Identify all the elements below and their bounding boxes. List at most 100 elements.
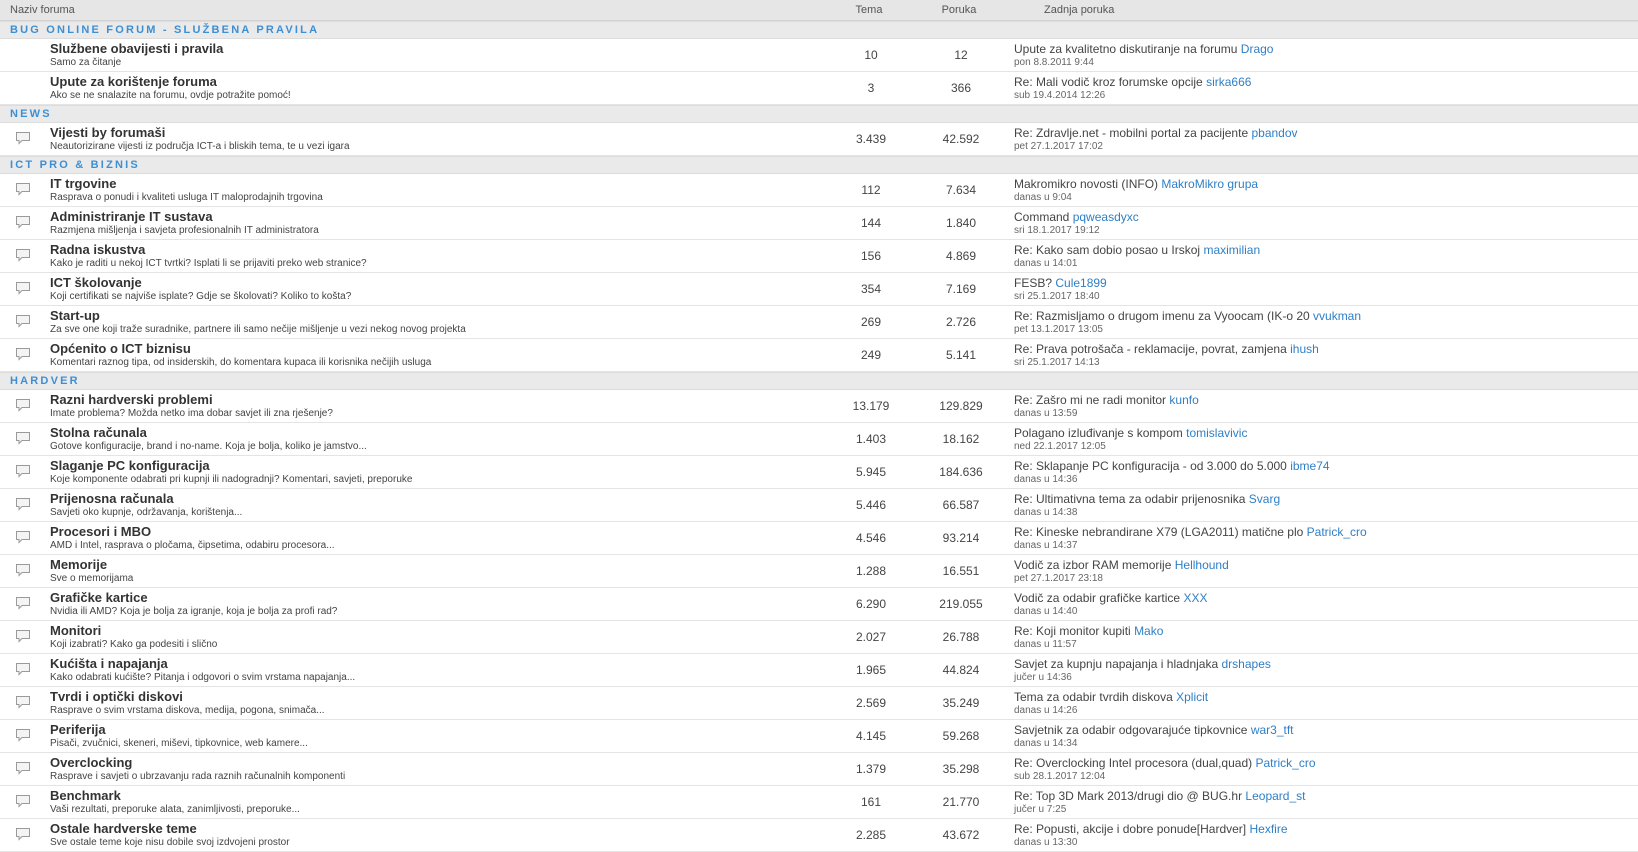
last-post-author-link[interactable]: Leopard_st <box>1245 789 1305 803</box>
last-post-author-link[interactable]: war3_tft <box>1251 723 1294 737</box>
last-post-author-link[interactable]: sirka666 <box>1206 75 1251 89</box>
forum-title-link[interactable]: IT trgovine <box>50 176 116 191</box>
last-post-title-link[interactable]: Polagano izluđivanje s kompom <box>1014 426 1183 440</box>
last-post-author-link[interactable]: XXX <box>1183 591 1207 605</box>
column-header-posts[interactable]: Poruka <box>910 4 1008 16</box>
category-header[interactable]: NEWS <box>0 105 1638 123</box>
last-post-author-link[interactable]: Svarg <box>1249 492 1280 506</box>
forum-title-link[interactable]: ICT školovanje <box>50 275 142 290</box>
forum-description: Koje komponente odabrati pri kupnji ili … <box>50 474 413 485</box>
topic-count: 1.288 <box>855 564 887 578</box>
last-post-title-link[interactable]: Re: Zašro mi ne radi monitor <box>1014 393 1166 407</box>
category-header[interactable]: HARDVER <box>0 372 1638 390</box>
last-post-author-link[interactable]: drshapes <box>1222 657 1271 671</box>
forum-title-link[interactable]: Kućišta i napajanja <box>50 656 168 671</box>
last-post-author-link[interactable]: Hellhound <box>1175 558 1229 572</box>
last-post-author-link[interactable]: maximilian <box>1203 243 1260 257</box>
forum-description: Rasprave i savjeti o ubrzavanju rada raz… <box>50 771 346 782</box>
last-post-author-link[interactable]: ihush <box>1290 342 1319 356</box>
last-post-title-link[interactable]: Savjet za kupnju napajanja i hladnjaka <box>1014 657 1218 671</box>
last-post-author-link[interactable]: pbandov <box>1251 126 1297 140</box>
post-count: 21.770 <box>942 795 980 809</box>
last-post-author-link[interactable]: kunfo <box>1169 393 1198 407</box>
post-count: 4.869 <box>945 249 977 263</box>
last-post-date: danas u 11:57 <box>1014 639 1077 650</box>
last-post-author-link[interactable]: MakroMikro grupa <box>1161 177 1258 191</box>
last-post-title-link[interactable]: Re: Sklapanje PC konfiguracija - od 3.00… <box>1014 459 1287 473</box>
column-header-topics[interactable]: Tema <box>834 4 904 16</box>
column-header-last-post[interactable]: Zadnja poruka <box>1008 4 1114 16</box>
topic-count: 10 <box>864 48 878 62</box>
last-post-title-link[interactable]: Re: Prava potrošača - reklamacije, povra… <box>1014 342 1287 356</box>
forum-title-link[interactable]: Slaganje PC konfiguracija <box>50 458 210 473</box>
column-header-name[interactable]: Naziv foruma <box>0 4 850 16</box>
forum-title-link[interactable]: Periferija <box>50 722 106 737</box>
last-post-author-link[interactable]: tomislavivic <box>1186 426 1247 440</box>
last-post-title-link[interactable]: Re: Overclocking Intel procesora (dual,q… <box>1014 756 1252 770</box>
post-count: 7.634 <box>945 183 977 197</box>
last-post-title-link[interactable]: Vodič za odabir grafičke kartice <box>1014 591 1180 605</box>
category-header[interactable]: BUG ONLINE FORUM - SLUŽBENA PRAVILA <box>0 21 1638 39</box>
forum-description: Vaši rezultati, preporuke alata, zanimlj… <box>50 804 300 815</box>
forum-title-link[interactable]: Razni hardverski problemi <box>50 392 213 407</box>
last-post-title-link[interactable]: Re: Ultimativna tema za odabir prijenosn… <box>1014 492 1245 506</box>
last-post-title-link[interactable]: Re: Popusti, akcije i dobre ponude[Hardv… <box>1014 822 1246 836</box>
last-post-date: pet 27.1.2017 17:02 <box>1014 141 1103 152</box>
last-post-author-link[interactable]: Cule1899 <box>1055 276 1106 290</box>
last-post: Tema za odabir tvrdih diskova Xplicit dan… <box>1014 690 1208 716</box>
topic-count: 2.027 <box>855 630 887 644</box>
forum-title-link[interactable]: Administriranje IT sustava <box>50 209 213 224</box>
last-post-title-link[interactable]: Re: Top 3D Mark 2013/drugi dio @ BUG.hr <box>1014 789 1242 803</box>
last-post-title-link[interactable]: Re: Razmisljamo o drugom imenu za Vyooca… <box>1014 309 1310 323</box>
forum-title-link[interactable]: Memorije <box>50 557 107 572</box>
last-post-author-link[interactable]: pqweasdyxc <box>1073 210 1139 224</box>
forum-title-link[interactable]: Stolna računala <box>50 425 147 440</box>
forum-title-link[interactable]: Općenito o ICT biznisu <box>50 341 191 356</box>
last-post-title-link[interactable]: Makromikro novosti (INFO) <box>1014 177 1158 191</box>
last-post-title-link[interactable]: Command <box>1014 210 1069 224</box>
last-post-date: sri 18.1.2017 19:12 <box>1014 225 1100 236</box>
last-post-author-link[interactable]: Hexfire <box>1249 822 1287 836</box>
category-header[interactable]: ICT PRO & BIZNIS <box>0 156 1638 174</box>
forum-title-link[interactable]: Procesori i MBO <box>50 524 151 539</box>
last-post-author-link[interactable]: Patrick_cro <box>1255 756 1315 770</box>
forum-title-link[interactable]: Prijenosna računala <box>50 491 174 506</box>
last-post-title-link[interactable]: Upute za kvalitetno diskutiranje na foru… <box>1014 42 1237 56</box>
last-post-author-link[interactable]: ibme74 <box>1290 459 1329 473</box>
last-post-author-link[interactable]: Patrick_cro <box>1307 525 1367 539</box>
last-post-title-link[interactable]: Re: Kako sam dobio posao u Irskoj <box>1014 243 1200 257</box>
last-post-title-link[interactable]: Tema za odabir tvrdih diskova <box>1014 690 1173 704</box>
forum-row: Memorije Sve o memorijama 1.288 16.551 Vodič… <box>0 555 1638 588</box>
post-count: 26.788 <box>942 630 980 644</box>
forum-title-link[interactable]: Grafičke kartice <box>50 590 148 605</box>
forum-title-link[interactable]: Radna iskustva <box>50 242 145 257</box>
forum-description: Koji certifikati se najviše isplate? Gdj… <box>50 291 352 302</box>
last-post-title-link[interactable]: Re: Mali vodič kroz forumske opcije <box>1014 75 1203 89</box>
post-count: 5.141 <box>945 348 977 362</box>
last-post-author-link[interactable]: Mako <box>1134 624 1163 638</box>
forum-title-link[interactable]: Upute za korištenje foruma <box>50 74 217 89</box>
forum-title-link[interactable]: Monitori <box>50 623 101 638</box>
forum-title-link[interactable]: Benchmark <box>50 788 121 803</box>
last-post-title-link[interactable]: Vodič za izbor RAM memorije <box>1014 558 1171 572</box>
forum-title-link[interactable]: Službene obavijesti i pravila <box>50 41 223 56</box>
forum-title-link[interactable]: Vijesti by forumaši <box>50 125 165 140</box>
topic-count: 161 <box>860 795 882 809</box>
last-post: Re: Zašro mi ne radi monitor kunfo danas … <box>1014 393 1199 419</box>
forum-title-link[interactable]: Ostale hardverske teme <box>50 821 197 836</box>
last-post-title-link[interactable]: Re: Kineske nebrandirane X79 (LGA2011) m… <box>1014 525 1303 539</box>
post-count: 18.162 <box>942 432 980 446</box>
last-post-title-link[interactable]: Re: Koji monitor kupiti <box>1014 624 1131 638</box>
forum-description: Rasprave o svim vrstama diskova, medija,… <box>50 705 325 716</box>
forum-title-link[interactable]: Tvrdi i optički diskovi <box>50 689 183 704</box>
forum-title-link[interactable]: Overclocking <box>50 755 132 770</box>
last-post-author-link[interactable]: Xplicit <box>1176 690 1208 704</box>
last-post-author-link[interactable]: vvukman <box>1313 309 1361 323</box>
forum-title-link[interactable]: Start-up <box>50 308 100 323</box>
last-post: Re: Overclocking Intel procesora (dual,q… <box>1014 756 1316 782</box>
last-post-author-link[interactable]: Drago <box>1241 42 1274 56</box>
last-post-title-link[interactable]: Savjetnik za odabir odgovarajuće tipkovn… <box>1014 723 1247 737</box>
last-post-title-link[interactable]: Re: Zdravlje.net - mobilni portal za pac… <box>1014 126 1248 140</box>
last-post-title-link[interactable]: FESB? <box>1014 276 1052 290</box>
post-count: 35.249 <box>942 696 980 710</box>
